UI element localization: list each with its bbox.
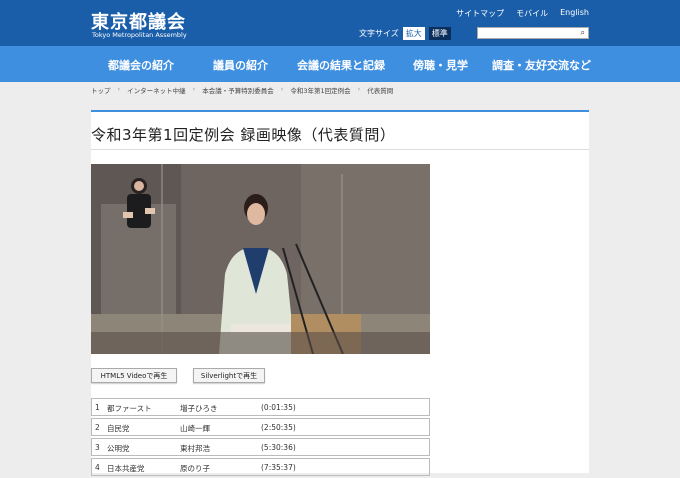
play-silverlight-button[interactable]: Silverlightで再生: [193, 368, 265, 383]
row-number: 3: [95, 443, 100, 452]
row-speaker: 増子ひろき: [180, 404, 218, 413]
row-timestamp[interactable]: (7:35:37): [261, 463, 296, 472]
global-nav: 都議会の紹介 議員の紹介 会議の結果と記録 傍聴・見学 調査・友好交流など: [0, 46, 680, 82]
breadcrumb-session[interactable]: 令和3年第1回定例会: [290, 85, 350, 95]
english-link[interactable]: English: [560, 8, 589, 19]
row-timestamp[interactable]: (0:01:35): [261, 403, 296, 412]
row-number: 2: [95, 423, 100, 432]
row-timestamp[interactable]: (2:50:35): [261, 423, 296, 432]
nav-item-visit[interactable]: 傍聴・見学: [413, 57, 468, 73]
list-item[interactable]: 3 公明党 東村邦浩 (5:30:36): [91, 438, 430, 456]
row-party: 公明党: [107, 444, 130, 453]
breadcrumb-separator: ›: [280, 85, 284, 93]
play-html5-button[interactable]: HTML5 Videoで再生: [91, 368, 177, 383]
breadcrumb-internet[interactable]: インターネット中継: [127, 85, 186, 95]
list-item[interactable]: 1 都ファースト 増子ひろき (0:01:35): [91, 398, 430, 416]
breadcrumb-plenary[interactable]: 本会議・予算特別委員会: [202, 85, 274, 95]
font-size-standard-button[interactable]: 標準: [428, 27, 451, 40]
row-timestamp[interactable]: (5:30:36): [261, 443, 296, 452]
row-party: 自民党: [107, 424, 130, 433]
breadcrumb-current: 代表質問: [367, 87, 394, 95]
main-content: 令和3年第1回定例会 録画映像（代表質問） HTML5 Videoで再生 Sil…: [91, 110, 589, 476]
breadcrumb-separator: ›: [357, 85, 361, 93]
nav-item-exchange[interactable]: 調査・友好交流など: [492, 57, 591, 73]
row-party: 都ファースト: [107, 404, 152, 413]
row-number: 1: [95, 403, 100, 412]
breadcrumb: トップ › インターネット中継 › 本会議・予算特別委員会 › 令和3年第1回定…: [91, 85, 393, 95]
nav-item-members[interactable]: 議員の紹介: [213, 57, 268, 73]
row-speaker: 原のり子: [180, 464, 210, 473]
list-item[interactable]: 4 日本共産党 原のり子 (7:35:37): [91, 458, 430, 476]
search-input[interactable]: ⌕: [477, 27, 589, 39]
top-links: サイトマップ モバイル English: [456, 8, 589, 19]
search-icon[interactable]: ⌕: [581, 28, 585, 38]
row-speaker: 山崎一輝: [180, 424, 210, 433]
page-title: 令和3年第1回定例会 録画映像（代表質問）: [91, 126, 396, 144]
nav-item-records[interactable]: 会議の結果と記録: [297, 57, 385, 73]
video-frame-image: [91, 164, 430, 354]
divider: [91, 149, 589, 150]
sitemap-link[interactable]: サイトマップ: [456, 8, 504, 19]
video-player[interactable]: [91, 164, 430, 354]
row-speaker: 東村邦浩: [180, 444, 210, 453]
font-size-label: 文字サイズ: [359, 29, 399, 38]
font-size-large-button[interactable]: 拡大: [402, 27, 425, 40]
speaker-list: 1 都ファースト 増子ひろき (0:01:35) 2 自民党 山崎一輝 (2:5…: [91, 398, 430, 478]
nav-item-about[interactable]: 都議会の紹介: [108, 57, 174, 73]
mobile-link[interactable]: モバイル: [516, 8, 548, 19]
row-number: 4: [95, 463, 100, 472]
site-header: 東京都議会 Tokyo Metropolitan Assembly サイトマップ…: [0, 0, 680, 46]
site-subtitle: Tokyo Metropolitan Assembly: [92, 31, 187, 39]
row-party: 日本共産党: [107, 464, 145, 473]
font-size-control: 文字サイズ 拡大 標準: [359, 27, 451, 40]
breadcrumb-top[interactable]: トップ: [91, 85, 111, 95]
breadcrumb-separator: ›: [192, 85, 196, 93]
list-item[interactable]: 2 自民党 山崎一輝 (2:50:35): [91, 418, 430, 436]
breadcrumb-separator: ›: [117, 85, 121, 93]
